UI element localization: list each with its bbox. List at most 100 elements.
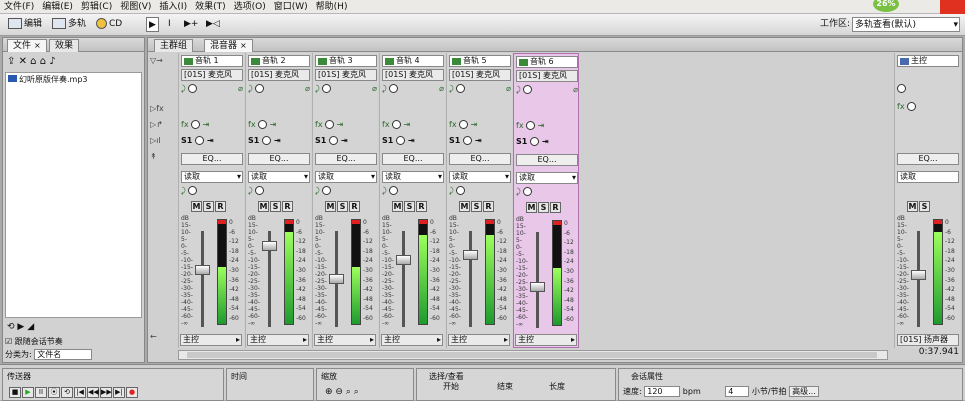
send-route-icon[interactable]: ⇥ — [542, 137, 549, 146]
send-route-icon[interactable]: ⇥ — [408, 136, 415, 145]
fader-track[interactable] — [201, 231, 204, 327]
automation-select[interactable]: 读取 ▾ — [181, 171, 243, 183]
mute-button[interactable]: M — [325, 201, 336, 212]
output-select[interactable]: 主控 ▸ — [448, 334, 510, 346]
go-start-button[interactable]: |◀ — [74, 387, 86, 398]
track-name[interactable]: 音轨 6 — [516, 56, 578, 68]
input-select[interactable]: [01S] 麦克风 — [315, 69, 377, 81]
zoom-in-icon[interactable]: ⊕ — [325, 387, 333, 397]
master-automation-select[interactable]: 读取 — [897, 171, 959, 183]
record-arm-button[interactable]: R — [416, 201, 427, 212]
record-arm-button[interactable]: R — [215, 201, 226, 212]
pause-button[interactable]: II — [35, 387, 47, 398]
eq-button[interactable]: EQ... — [382, 153, 444, 165]
solo-button[interactable]: S — [919, 201, 930, 212]
send-power-icon[interactable] — [195, 136, 205, 145]
fader-track[interactable] — [402, 231, 405, 327]
mute-button[interactable]: M — [907, 201, 918, 212]
close-icon[interactable]: × — [34, 41, 41, 50]
input-select[interactable]: [01S] 麦克风 — [181, 69, 243, 81]
input-select[interactable]: [01S] 麦克风 — [248, 69, 310, 81]
output-select[interactable]: 主控 ▸ — [247, 334, 309, 346]
fx-power-icon[interactable] — [526, 121, 536, 130]
send-route-icon[interactable]: ⇥ — [274, 136, 281, 145]
fx-power-icon[interactable] — [392, 120, 402, 129]
rewind-button[interactable]: ◀◀ — [87, 387, 99, 398]
input-select[interactable]: [01S] 麦克风 — [449, 69, 511, 81]
play-from-cursor-button[interactable]: ⦿ — [48, 387, 60, 398]
phase-icon[interactable]: ⌀ — [439, 83, 444, 95]
tab-files[interactable]: 文件 × — [7, 39, 47, 52]
import-icon[interactable]: ⇪ — [7, 56, 15, 67]
follow-session-checkbox[interactable]: ☑ 跟随会话节奏 — [5, 336, 63, 347]
volume-knob[interactable] — [523, 85, 533, 94]
input-select[interactable]: [01S] 麦克风 — [382, 69, 444, 81]
volume-fader[interactable] — [262, 241, 277, 251]
solo-button[interactable]: S — [471, 201, 482, 212]
menu-item[interactable]: 剪辑(C) — [77, 0, 116, 14]
fx-insert-icon[interactable]: ⇥ — [404, 120, 411, 129]
mute-button[interactable]: M — [459, 201, 470, 212]
master-eq-button[interactable]: EQ... — [897, 153, 959, 165]
forward-button[interactable]: ▶▶ — [100, 387, 112, 398]
solo-button[interactable]: S — [404, 201, 415, 212]
menu-item[interactable]: 效果(T) — [191, 0, 230, 14]
advanced-button[interactable]: 高级... — [789, 386, 819, 397]
scrub-tool-button[interactable]: ▶◁ — [204, 17, 222, 32]
tab-time[interactable]: 时间 — [231, 371, 247, 382]
volume-icon[interactable]: ◢ — [27, 322, 34, 332]
stop-button[interactable]: ■ — [9, 387, 21, 398]
play-button[interactable]: ▶ — [22, 387, 34, 398]
automation-select[interactable]: 读取 ▾ — [516, 172, 578, 184]
volume-knob[interactable] — [389, 84, 399, 93]
track-name[interactable]: 音轨 3 — [315, 55, 377, 67]
multitrack-view-button[interactable]: 多轨 — [50, 17, 88, 32]
volume-fader[interactable] — [195, 265, 210, 275]
beats-input[interactable]: 4 — [725, 386, 750, 397]
fader-track[interactable] — [469, 231, 472, 327]
tab-zoom[interactable]: 缩放 — [321, 371, 337, 382]
phase-icon[interactable]: ⌀ — [305, 83, 310, 95]
move-tool-button[interactable]: ▶ — [146, 17, 159, 32]
pan-knob[interactable] — [188, 186, 198, 195]
record-arm-button[interactable]: R — [349, 201, 360, 212]
fader-track[interactable] — [536, 232, 539, 328]
fx-insert-icon[interactable]: ⇥ — [538, 121, 545, 130]
volume-fader[interactable] — [329, 274, 344, 284]
eq-button[interactable]: EQ... — [449, 153, 511, 165]
solo-button[interactable]: S — [270, 201, 281, 212]
fx-icon[interactable]: fx — [897, 102, 905, 111]
mute-button[interactable]: M — [526, 202, 537, 213]
play-file-icon[interactable]: ♪ — [49, 56, 55, 67]
fx-icon[interactable]: fx — [181, 120, 189, 129]
track-name[interactable]: 音轨 1 — [181, 55, 243, 67]
volume-fader[interactable] — [530, 282, 545, 292]
menu-item[interactable]: 编辑(E) — [38, 0, 77, 14]
volume-fader[interactable] — [911, 270, 926, 280]
output-select[interactable]: 主控 ▸ — [515, 334, 577, 346]
input-select[interactable]: [01S] 麦克风 — [516, 70, 578, 82]
fx-icon[interactable]: fx — [449, 120, 457, 129]
menu-item[interactable]: 文件(F) — [0, 0, 38, 14]
mute-button[interactable]: M — [258, 201, 269, 212]
fx-power-icon[interactable] — [459, 120, 469, 129]
menu-item[interactable]: 帮助(H) — [312, 0, 352, 14]
automation-select[interactable]: 读取 ▾ — [449, 171, 511, 183]
track-name[interactable]: 音轨 5 — [449, 55, 511, 67]
fx-icon[interactable]: fx — [382, 120, 390, 129]
master-output-select[interactable]: [01S] 扬声器 — [897, 334, 959, 346]
solo-button[interactable]: S — [337, 201, 348, 212]
sort-select[interactable]: 文件名 — [34, 349, 93, 360]
solo-button[interactable]: S — [538, 202, 549, 213]
phase-icon[interactable]: ⌀ — [372, 83, 377, 95]
record-arm-button[interactable]: R — [483, 201, 494, 212]
eq-button[interactable]: EQ... — [248, 153, 310, 165]
go-end-button[interactable]: ▶| — [113, 387, 125, 398]
tempo-input[interactable]: 120 — [644, 386, 681, 397]
fx-icon[interactable]: fx — [248, 120, 256, 129]
output-select[interactable]: 主控 ▸ — [314, 334, 376, 346]
cd-view-button[interactable]: CD — [94, 17, 124, 32]
fx-insert-icon[interactable]: ⇥ — [337, 120, 344, 129]
zoom-full-icon[interactable]: ⌕ — [346, 387, 351, 397]
send-power-icon[interactable] — [530, 137, 540, 146]
